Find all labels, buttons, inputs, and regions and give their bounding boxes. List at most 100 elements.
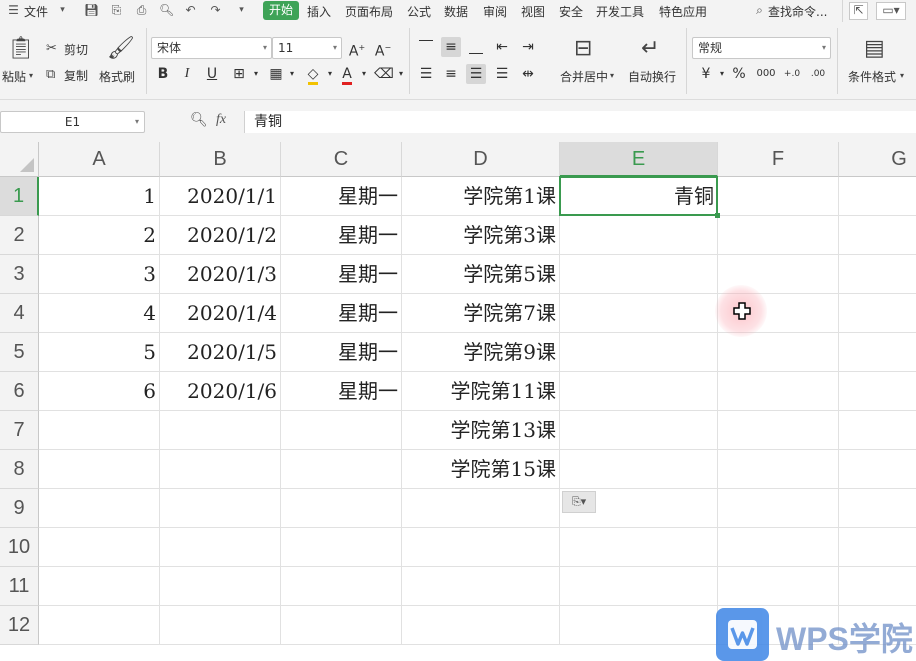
cell-g6[interactable] (839, 372, 916, 411)
align-center-icon[interactable]: ≡ (441, 64, 461, 84)
align-right-icon[interactable]: ☰ (466, 64, 486, 84)
tab-review[interactable]: 审阅 (483, 3, 507, 20)
tab-special-apps[interactable]: 特色应用 (659, 3, 707, 20)
cell-d10[interactable] (402, 528, 560, 567)
cell-g7[interactable] (839, 411, 916, 450)
cell-g11[interactable] (839, 567, 916, 606)
window-icon[interactable]: ▭▾ (876, 2, 906, 20)
italic-icon[interactable]: I (177, 64, 197, 84)
cell-b7[interactable] (160, 411, 281, 450)
cell-d8[interactable]: 学院第15课 (402, 450, 560, 489)
chevron-down-icon[interactable]: ▾ (900, 72, 904, 80)
cell-b10[interactable] (160, 528, 281, 567)
cell-b12[interactable] (160, 606, 281, 645)
distributed-icon[interactable]: ⇹ (518, 64, 538, 84)
redo-icon[interactable]: ↷ (208, 3, 223, 18)
column-header-c[interactable]: C (281, 142, 402, 177)
cell-c8[interactable] (281, 450, 402, 489)
cell-d1[interactable]: 学院第1课 (402, 177, 560, 216)
row-header-5[interactable]: 5 (0, 333, 39, 372)
tab-security[interactable]: 安全 (559, 3, 583, 20)
cell-a12[interactable] (39, 606, 160, 645)
cell-c3[interactable]: 星期一 (281, 255, 402, 294)
row-header-7[interactable]: 7 (0, 411, 39, 450)
paste-icon[interactable]: 📋︎ (7, 38, 35, 60)
column-header-a[interactable]: A (39, 142, 160, 177)
fx-icon[interactable]: fx (216, 112, 226, 128)
cell-e3[interactable] (560, 255, 718, 294)
tab-developer[interactable]: 开发工具 (596, 3, 644, 20)
column-header-d[interactable]: D (402, 142, 560, 177)
cell-c5[interactable]: 星期一 (281, 333, 402, 372)
column-header-g[interactable]: G (839, 142, 916, 177)
cell-a5[interactable]: 5 (39, 333, 160, 372)
align-middle-icon[interactable]: ≡ (441, 37, 461, 57)
cell-f8[interactable] (718, 450, 839, 489)
format-painter-icon[interactable]: 🖌︎ (107, 38, 135, 60)
cell-f10[interactable] (718, 528, 839, 567)
cell-c1[interactable]: 星期一 (281, 177, 402, 216)
row-header-10[interactable]: 10 (0, 528, 39, 567)
tab-home[interactable]: 开始 (263, 1, 299, 20)
zoom-formula-icon[interactable]: 🔍︎ (190, 112, 208, 128)
cell-a8[interactable] (39, 450, 160, 489)
increase-font-icon[interactable]: A+ (347, 38, 367, 60)
cell-a7[interactable] (39, 411, 160, 450)
decrease-decimal-icon[interactable]: .00 (808, 64, 828, 84)
cell-d5[interactable]: 学院第9课 (402, 333, 560, 372)
cell-f11[interactable] (718, 567, 839, 606)
cell-e6[interactable] (560, 372, 718, 411)
column-header-b[interactable]: B (160, 142, 281, 177)
percent-icon[interactable]: % (729, 64, 749, 84)
scissors-icon[interactable]: ✂ (46, 42, 57, 55)
cell-d4[interactable]: 学院第7课 (402, 294, 560, 333)
cell-a6[interactable]: 6 (39, 372, 160, 411)
select-all-corner[interactable] (0, 142, 39, 177)
cell-b3[interactable]: 2020/1/3 (160, 255, 281, 294)
cell-e7[interactable] (560, 411, 718, 450)
tab-view[interactable]: 视图 (521, 3, 545, 20)
cell-d2[interactable]: 学院第3课 (402, 216, 560, 255)
cell-c7[interactable] (281, 411, 402, 450)
chevron-down-icon[interactable]: ▾ (354, 64, 374, 84)
cut-button[interactable]: 剪切 (64, 41, 88, 58)
search-icon[interactable]: ⌕ (752, 3, 767, 18)
column-header-e[interactable]: E (560, 142, 718, 177)
format-painter-button[interactable]: 格式刷 (99, 68, 135, 85)
cell-e4[interactable] (560, 294, 718, 333)
cell-a11[interactable] (39, 567, 160, 606)
chevron-down-icon[interactable]: ▾ (282, 64, 302, 84)
align-left-icon[interactable]: ☰ (416, 64, 436, 84)
cell-c12[interactable] (281, 606, 402, 645)
tab-page-layout[interactable]: 页面布局 (345, 3, 393, 20)
cell-b1[interactable]: 2020/1/1 (160, 177, 281, 216)
share-icon[interactable]: ⇱ (849, 2, 868, 20)
cell-c11[interactable] (281, 567, 402, 606)
align-top-icon[interactable]: ⎺ (416, 37, 436, 57)
row-header-6[interactable]: 6 (0, 372, 39, 411)
cell-e8[interactable] (560, 450, 718, 489)
chevron-down-icon[interactable]: ▾ (391, 64, 411, 84)
row-header-9[interactable]: 9 (0, 489, 39, 528)
menu-icon[interactable]: ☰ (6, 3, 21, 18)
outdent-icon[interactable]: ⇤ (492, 37, 512, 57)
cell-g5[interactable] (839, 333, 916, 372)
formula-input[interactable]: 青铜 (244, 111, 916, 133)
cell-b8[interactable] (160, 450, 281, 489)
align-bottom-icon[interactable]: ⎽ (466, 37, 486, 57)
customize-icon[interactable]: ▾ (234, 3, 249, 18)
cell-f2[interactable] (718, 216, 839, 255)
print-preview-icon[interactable]: 🔍︎ (159, 3, 174, 18)
cell-f1[interactable] (718, 177, 839, 216)
cell-a9[interactable] (39, 489, 160, 528)
number-format-select[interactable]: 常规 ▾ (692, 37, 831, 59)
cell-g2[interactable] (839, 216, 916, 255)
cell-b4[interactable]: 2020/1/4 (160, 294, 281, 333)
font-name-select[interactable]: 宋体 ▾ (151, 37, 272, 59)
cell-g4[interactable] (839, 294, 916, 333)
export-icon[interactable]: ⎘ (109, 3, 124, 18)
undo-icon[interactable]: ↶ (183, 3, 198, 18)
cell-f6[interactable] (718, 372, 839, 411)
cell-g10[interactable] (839, 528, 916, 567)
cell-e10[interactable] (560, 528, 718, 567)
